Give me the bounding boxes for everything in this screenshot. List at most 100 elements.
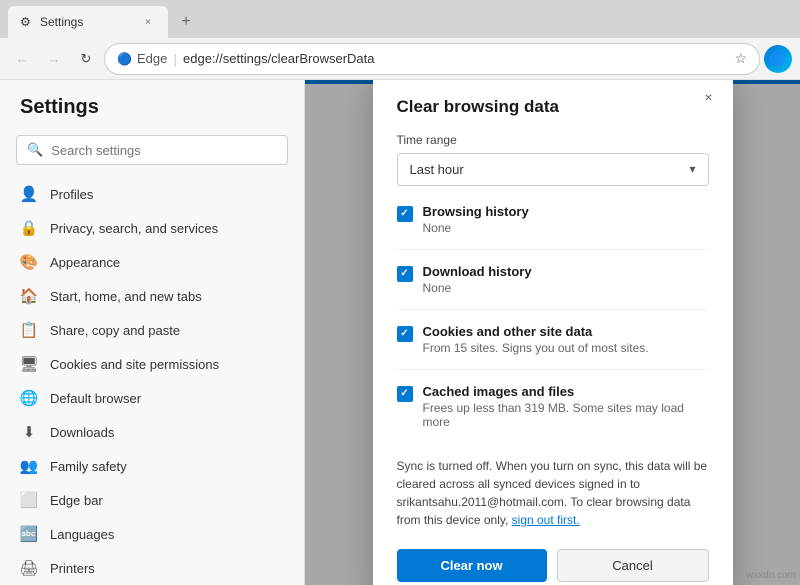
profiles-icon: 👤 xyxy=(20,185,38,203)
sidebar-item-label-privacy: Privacy, search, and services xyxy=(50,221,284,236)
search-box[interactable]: 🔍 xyxy=(16,135,288,165)
checkmark-icon: ✓ xyxy=(400,328,408,339)
privacy-icon: 🔒 xyxy=(20,219,38,237)
sidebar-item-edge-bar[interactable]: ⬜ Edge bar xyxy=(0,483,304,517)
checkbox-cookies[interactable]: ✓ xyxy=(397,326,413,342)
modal-close-button[interactable]: × xyxy=(697,85,721,109)
search-icon: 🔍 xyxy=(27,142,43,158)
checkbox-item-cached-images: ✓ Cached images and files Frees up less … xyxy=(397,384,709,443)
sidebar-item-label-profiles: Profiles xyxy=(50,187,284,202)
back-button[interactable]: ← xyxy=(8,45,36,73)
sidebar-title: Settings xyxy=(0,96,304,135)
checkmark-icon: ✓ xyxy=(400,268,408,279)
sidebar-item-label-appearance: Appearance xyxy=(50,255,284,270)
nav-bar: ← → ↻ 🔵 Edge | edge://settings/clearBrow… xyxy=(0,38,800,80)
sidebar-item-start-home[interactable]: 🏠 Start, home, and new tabs xyxy=(0,279,304,313)
forward-button[interactable]: → xyxy=(40,45,68,73)
sync-info: Sync is turned off. When you turn on syn… xyxy=(397,457,709,529)
edge-bar-icon: ⬜ xyxy=(20,491,38,509)
active-tab[interactable]: ⚙ Settings × xyxy=(8,6,168,38)
checkbox-item-cookies: ✓ Cookies and other site data From 15 si… xyxy=(397,324,709,370)
sign-out-link[interactable]: sign out first. xyxy=(512,513,580,527)
sidebar-item-privacy[interactable]: 🔒 Privacy, search, and services xyxy=(0,211,304,245)
edge-favicon-icon: 🔵 xyxy=(117,52,131,66)
star-icon[interactable]: ☆ xyxy=(734,50,747,67)
tab-favicon: ⚙ xyxy=(20,15,34,29)
tab-title: Settings xyxy=(40,15,136,29)
btn-row: Clear now Cancel xyxy=(397,549,709,582)
checkbox-sub-cached-images: Frees up less than 319 MB. Some sites ma… xyxy=(423,401,709,429)
sidebar-item-label-share-copy: Share, copy and paste xyxy=(50,323,284,338)
sidebar-nav: 👤 Profiles 🔒 Privacy, search, and servic… xyxy=(0,177,304,585)
sidebar-item-printers[interactable]: 🖨 Printers xyxy=(0,551,304,585)
modal-title: Clear browsing data xyxy=(397,97,709,117)
cancel-button[interactable]: Cancel xyxy=(557,549,709,582)
sidebar-item-label-start-home: Start, home, and new tabs xyxy=(50,289,284,304)
checkbox-sub-browsing-history: None xyxy=(423,221,529,235)
tab-bar: ⚙ Settings × + xyxy=(0,0,800,38)
checkbox-content-cached-images: Cached images and files Frees up less th… xyxy=(423,384,709,429)
start-home-icon: 🏠 xyxy=(20,287,38,305)
sidebar-item-label-cookies: Cookies and site permissions xyxy=(50,357,284,372)
sidebar-item-label-family-safety: Family safety xyxy=(50,459,284,474)
tab-close-button[interactable]: × xyxy=(140,14,156,30)
appearance-icon: 🎨 xyxy=(20,253,38,271)
downloads-icon: ⬇ xyxy=(20,423,38,441)
address-bar[interactable]: 🔵 Edge | edge://settings/clearBrowserDat… xyxy=(104,43,760,75)
address-separator: | xyxy=(173,51,177,67)
address-url: edge://settings/clearBrowserData xyxy=(183,51,724,66)
sidebar-item-family-safety[interactable]: 👥 Family safety xyxy=(0,449,304,483)
time-range-value: Last hour xyxy=(410,162,690,177)
chevron-down-icon: ▾ xyxy=(689,162,695,176)
search-input[interactable] xyxy=(51,143,277,158)
checkbox-browsing-history[interactable]: ✓ xyxy=(397,206,413,222)
printers-icon: 🖨 xyxy=(20,559,38,577)
clear-browsing-data-modal: × Clear browsing data Time range Last ho… xyxy=(373,80,733,585)
sidebar-item-label-default-browser: Default browser xyxy=(50,391,284,406)
refresh-button[interactable]: ↻ xyxy=(72,45,100,73)
sidebar-item-downloads[interactable]: ⬇ Downloads xyxy=(0,415,304,449)
modal-overlay: × Clear browsing data Time range Last ho… xyxy=(305,80,800,585)
checkbox-item-browsing-history: ✓ Browsing history None xyxy=(397,204,709,250)
checkmark-icon: ✓ xyxy=(400,388,408,399)
time-range-dropdown[interactable]: Last hour ▾ xyxy=(397,153,709,186)
checkmark-icon: ✓ xyxy=(400,208,408,219)
sidebar-item-label-languages: Languages xyxy=(50,527,284,542)
sidebar-item-label-printers: Printers xyxy=(50,561,284,576)
checkboxes-container: ✓ Browsing history None ✓ Download histo… xyxy=(397,204,709,443)
clear-now-button[interactable]: Clear now xyxy=(397,549,547,582)
address-edge-label: Edge xyxy=(137,51,167,66)
watermark: wsxdn.com xyxy=(746,570,796,581)
sidebar-item-label-downloads: Downloads xyxy=(50,425,284,440)
checkbox-item-download-history: ✓ Download history None xyxy=(397,264,709,310)
content-area: × Clear browsing data Time range Last ho… xyxy=(305,80,800,585)
sidebar: Settings 🔍 👤 Profiles 🔒 Privacy, search,… xyxy=(0,80,305,585)
main-area: Settings 🔍 👤 Profiles 🔒 Privacy, search,… xyxy=(0,80,800,585)
sidebar-item-languages[interactable]: 🔤 Languages xyxy=(0,517,304,551)
browser-chrome: ⚙ Settings × + ← → ↻ 🔵 Edge | edge://set… xyxy=(0,0,800,80)
edge-logo: 🌀 xyxy=(764,45,792,73)
share-copy-icon: 📋 xyxy=(20,321,38,339)
new-tab-button[interactable]: + xyxy=(172,8,200,36)
checkbox-sub-cookies: From 15 sites. Signs you out of most sit… xyxy=(423,341,649,355)
checkbox-download-history[interactable]: ✓ xyxy=(397,266,413,282)
checkbox-cached-images[interactable]: ✓ xyxy=(397,386,413,402)
sidebar-item-share-copy[interactable]: 📋 Share, copy and paste xyxy=(0,313,304,347)
languages-icon: 🔤 xyxy=(20,525,38,543)
checkbox-title-cookies: Cookies and other site data xyxy=(423,324,649,339)
checkbox-title-cached-images: Cached images and files xyxy=(423,384,709,399)
sidebar-item-cookies[interactable]: 🖥 Cookies and site permissions xyxy=(0,347,304,381)
checkbox-title-download-history: Download history xyxy=(423,264,532,279)
checkbox-content-browsing-history: Browsing history None xyxy=(423,204,529,235)
sidebar-item-default-browser[interactable]: 🌐 Default browser xyxy=(0,381,304,415)
cookies-icon: 🖥 xyxy=(20,355,38,373)
sidebar-item-label-edge-bar: Edge bar xyxy=(50,493,284,508)
time-range-label: Time range xyxy=(397,133,709,147)
sidebar-item-profiles[interactable]: 👤 Profiles xyxy=(0,177,304,211)
sidebar-item-appearance[interactable]: 🎨 Appearance xyxy=(0,245,304,279)
family-safety-icon: 👥 xyxy=(20,457,38,475)
checkbox-content-download-history: Download history None xyxy=(423,264,532,295)
checkbox-title-browsing-history: Browsing history xyxy=(423,204,529,219)
default-browser-icon: 🌐 xyxy=(20,389,38,407)
checkbox-content-cookies: Cookies and other site data From 15 site… xyxy=(423,324,649,355)
